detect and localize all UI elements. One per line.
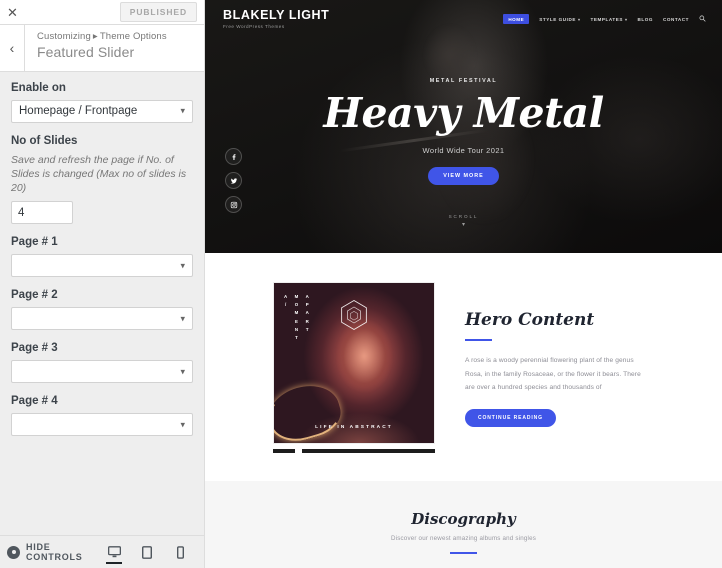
search-icon[interactable] — [699, 15, 706, 24]
page-4-label: Page # 4 — [11, 395, 58, 408]
breadcrumb-section: Theme Options — [99, 31, 167, 42]
hero-content-section: A / MOMENT APART Life in Abstract — [205, 253, 722, 481]
control-enable-on: Enable on Homepage / Frontpage ▾ — [11, 81, 193, 123]
close-icon[interactable]: ✕ — [0, 0, 25, 25]
page-1-select-wrap: ▾ — [11, 254, 193, 278]
breadcrumb-customizing: Customizing — [37, 31, 91, 42]
panel-titles: Customizing ▸ Theme Options Featured Slide… — [25, 25, 167, 71]
album-vertical-text: A / MOMENT APART — [284, 293, 309, 343]
page-3-select[interactable] — [11, 360, 193, 384]
discography-subtitle: Discover our newest amazing albums and s… — [390, 534, 537, 542]
enable-on-label: Enable on — [11, 82, 66, 94]
facebook-icon[interactable] — [225, 148, 242, 165]
hero-subtitle: World Wide Tour 2021 — [422, 146, 505, 155]
page-3-select-wrap: ▾ — [11, 360, 193, 384]
site-header: BLAKELY LIGHT Free WordPress Themes Home… — [205, 0, 722, 38]
hero-title: Heavy Metal — [323, 89, 604, 137]
album-vertical-left: A / — [284, 293, 288, 307]
site-preview-frame[interactable]: BLAKELY LIGHT Free WordPress Themes Home… — [205, 0, 722, 568]
gear-icon — [7, 545, 20, 559]
desktop-icon[interactable] — [104, 540, 124, 564]
hero-section: BLAKELY LIGHT Free WordPress Themes Home… — [205, 0, 722, 253]
continue-reading-button[interactable]: Continue Reading — [465, 408, 556, 427]
nav-item-home-label: Home — [508, 16, 525, 22]
nav-item-blog[interactable]: Blog — [638, 17, 653, 22]
control-page-4: Page # 4 ▾ — [11, 394, 193, 437]
tablet-icon[interactable] — [137, 540, 157, 564]
site-branding[interactable]: BLAKELY LIGHT Free WordPress Themes — [223, 7, 330, 30]
chevron-down-icon: ▾ — [624, 16, 628, 22]
customizer-app: ✕ Published ‹ Customizing ▸ Theme Options … — [0, 0, 722, 568]
page-1-select[interactable] — [11, 254, 193, 278]
breadcrumb: Customizing ▸ Theme Options — [37, 31, 167, 42]
primary-navigation: Home Style Guide ▾ Templates ▾ Blog Cont — [503, 14, 706, 24]
no-of-slides-input[interactable] — [11, 201, 73, 225]
enable-on-select-wrap: Homepage / Frontpage ▾ — [11, 99, 193, 123]
hero-copy: Metal Festival Heavy Metal World Wide To… — [205, 78, 722, 185]
page-3-label: Page # 3 — [11, 342, 58, 355]
hero-content-rule — [465, 339, 492, 342]
nav-item-templates-label: Templates — [590, 16, 623, 22]
page-1-label: Page # 1 — [11, 236, 58, 249]
brand-tagline: Free WordPress Themes — [223, 24, 285, 30]
publish-button[interactable]: Published — [119, 2, 197, 22]
nav-item-contact[interactable]: Contact — [663, 17, 689, 22]
nav-item-home[interactable]: Home — [503, 14, 530, 24]
hero-content-paragraph: A rose is a woody perennial flowering pl… — [465, 357, 641, 392]
enable-on-select[interactable]: Homepage / Frontpage — [11, 99, 193, 123]
control-page-1: Page # 1 ▾ — [11, 235, 193, 278]
hero-eyebrow: Metal Festival — [429, 78, 498, 84]
page-title: Featured Slider — [37, 44, 135, 60]
mobile-icon[interactable] — [170, 540, 190, 564]
discography-title: Discography — [411, 509, 516, 528]
instagram-icon[interactable] — [225, 196, 242, 213]
twitter-icon[interactable] — [225, 172, 242, 189]
no-of-slides-description: Save and refresh the page if No. of Slid… — [11, 153, 187, 195]
album-bottom-bar — [273, 448, 435, 453]
customizer-panel-header: ‹ Customizing ▸ Theme Options Featured Sli… — [0, 25, 204, 72]
page-2-select-wrap: ▾ — [11, 307, 193, 331]
device-preview-switcher — [104, 540, 196, 564]
control-page-2: Page # 2 ▾ — [11, 288, 193, 331]
nav-item-style-guide[interactable]: Style Guide ▾ — [539, 17, 580, 22]
album-vertical-right: APART — [305, 293, 310, 332]
discography-rule — [450, 551, 477, 554]
hide-controls-button[interactable]: Hide Controls — [7, 542, 104, 562]
page-4-select[interactable] — [11, 413, 193, 437]
brand-name: BLAKELY LIGHT — [223, 7, 330, 22]
page-2-select[interactable] — [11, 307, 193, 331]
album-bar-gap — [295, 448, 302, 453]
hexagon-logo-icon — [339, 299, 369, 334]
album-cover-image: A / MOMENT APART Life in Abstract — [273, 281, 435, 444]
hero-content-title: Hero Content — [465, 310, 595, 331]
album-cover-card[interactable]: A / MOMENT APART Life in Abstract — [273, 281, 435, 453]
page-4-select-wrap: ▾ — [11, 413, 193, 437]
hero-view-more-button[interactable]: View More — [428, 167, 499, 185]
hero-content-copy: Hero Content A rose is a woody perennial… — [465, 307, 674, 427]
customizer-sidebar: ✕ Published ‹ Customizing ▸ Theme Options … — [0, 0, 205, 568]
chevron-down-icon: ▾ — [461, 222, 465, 228]
scroll-indicator[interactable]: Scroll ▾ — [205, 214, 722, 228]
breadcrumb-separator: ▸ — [92, 31, 98, 42]
control-page-3: Page # 3 ▾ — [11, 341, 193, 384]
customizer-topbar: ✕ Published — [0, 0, 204, 25]
scroll-label: Scroll — [448, 214, 479, 219]
social-links — [225, 148, 242, 213]
customizer-controls: Enable on Homepage / Frontpage ▾ No of S… — [0, 72, 204, 535]
nav-item-contact-label: Contact — [663, 16, 689, 22]
nav-item-blog-label: Blog — [637, 16, 654, 22]
control-no-of-slides: No of Slides Save and refresh the page i… — [11, 134, 193, 225]
customizer-footer: Hide Controls — [0, 535, 204, 568]
nav-item-style-guide-label: Style Guide — [539, 16, 576, 22]
back-chevron-icon[interactable]: ‹ — [0, 25, 25, 71]
album-vertical-mid: MOMENT — [294, 293, 299, 341]
discography-section: Discography Discover our newest amazing … — [205, 481, 722, 568]
album-caption: Life in Abstract — [315, 424, 393, 430]
hide-controls-label: Hide Controls — [26, 542, 83, 562]
no-of-slides-label: No of Slides — [11, 134, 78, 147]
page-2-label: Page # 2 — [11, 289, 58, 302]
chevron-down-icon: ▾ — [577, 16, 581, 22]
nav-item-templates[interactable]: Templates ▾ — [591, 17, 628, 22]
